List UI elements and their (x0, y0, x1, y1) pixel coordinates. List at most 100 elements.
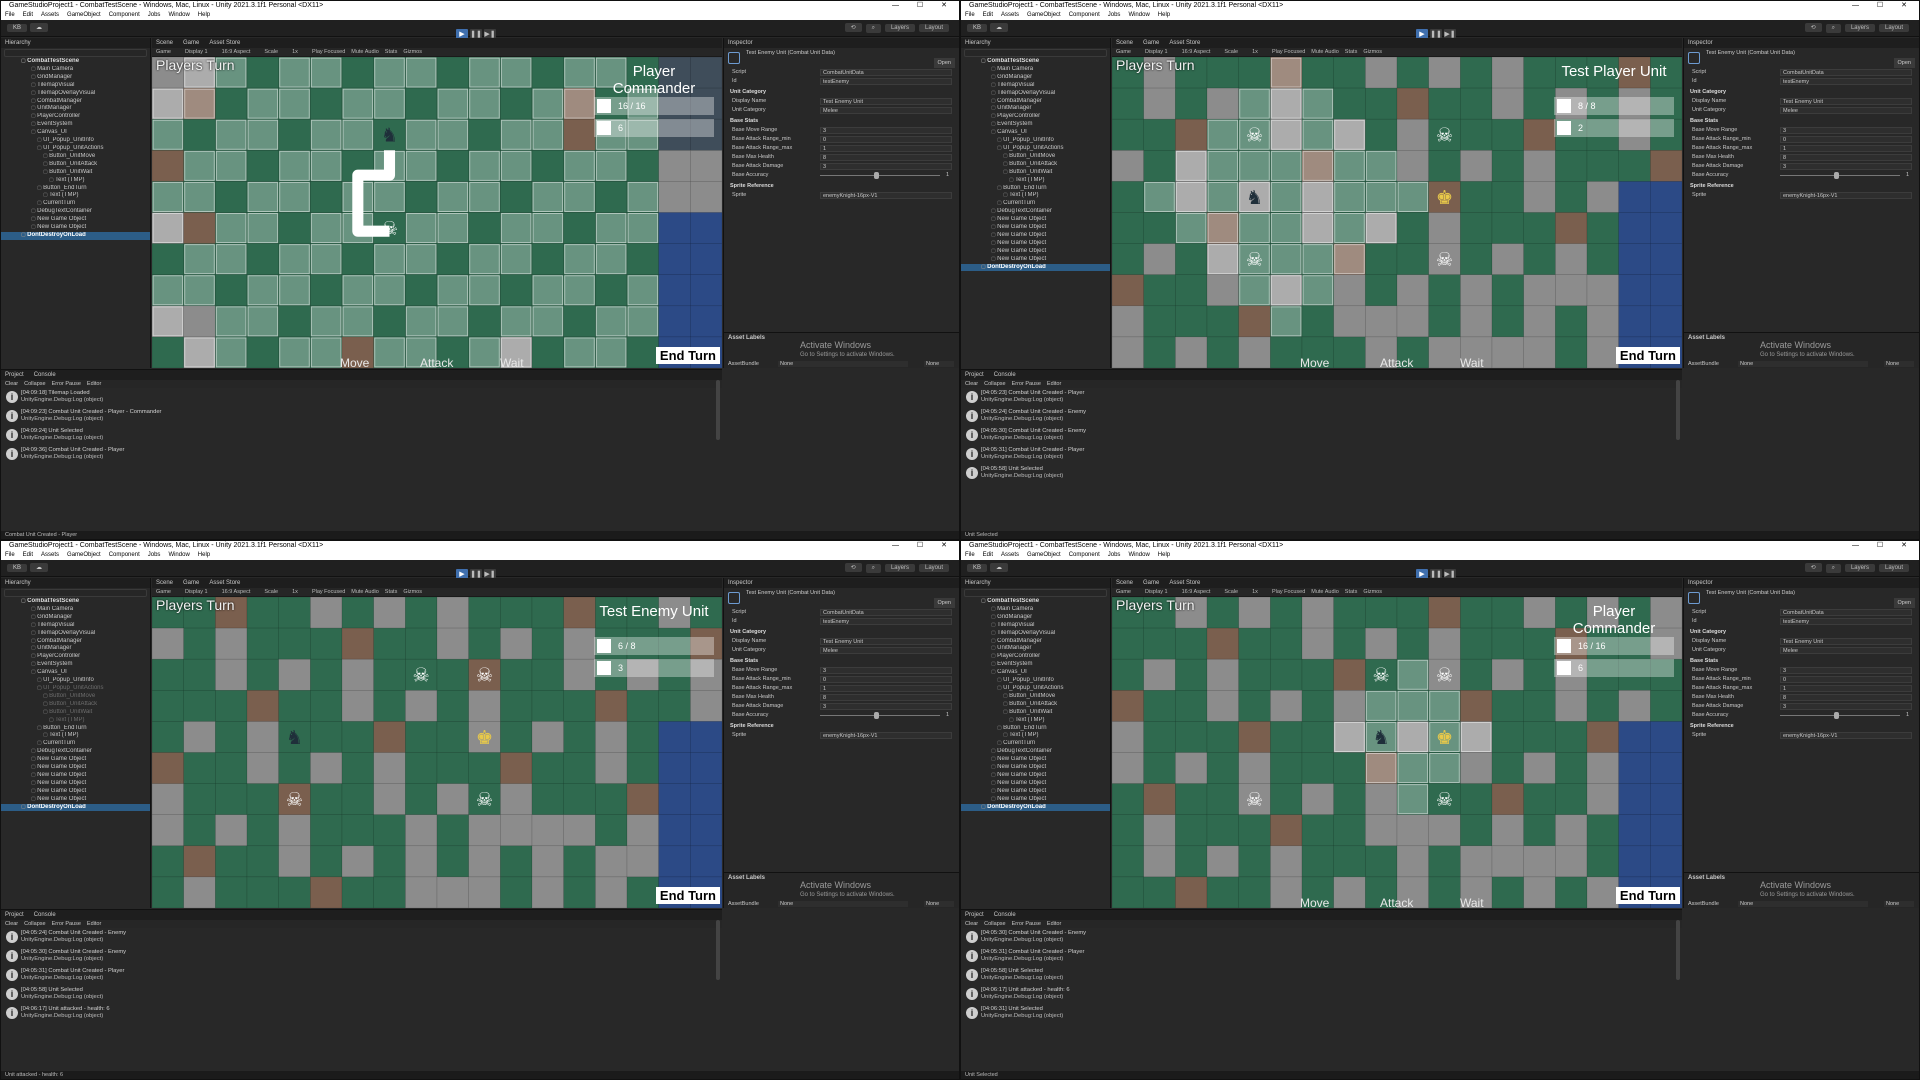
end-turn-button[interactable]: End Turn (1615, 347, 1680, 364)
map-tile[interactable] (1523, 88, 1556, 120)
move-highlight-tile[interactable] (595, 150, 627, 181)
map-tile[interactable] (1112, 814, 1145, 847)
map-tile[interactable] (1175, 752, 1208, 785)
map-tile[interactable] (1555, 274, 1588, 307)
move-highlight-tile[interactable] (405, 119, 437, 150)
map-tile[interactable] (1523, 274, 1556, 307)
hierarchy-item[interactable]: CurrentTurn (1, 740, 150, 748)
map-tile[interactable] (310, 181, 343, 213)
map-tile[interactable] (1175, 305, 1208, 338)
map-tile[interactable] (437, 721, 470, 753)
move-highlight-tile[interactable] (1302, 119, 1334, 150)
hierarchy-item[interactable]: Button_UnitMove (961, 693, 1110, 701)
game-scale-value[interactable]: 1x (292, 49, 298, 55)
move-highlight-tile[interactable] (532, 119, 564, 150)
hierarchy-item[interactable]: EventSystem (1, 661, 150, 669)
move-highlight-tile[interactable] (152, 306, 184, 337)
map-tile[interactable] (310, 876, 343, 908)
stat-field[interactable]: 1 (820, 685, 952, 692)
map-tile[interactable] (1492, 243, 1525, 276)
move-highlight-tile[interactable] (1175, 181, 1207, 213)
game-scale-value[interactable]: 1x (1252, 589, 1258, 595)
move-highlight-tile[interactable] (215, 213, 247, 244)
menu-edit[interactable]: Edit (983, 12, 993, 18)
hierarchy-item[interactable]: EventSystem (1, 121, 150, 129)
move-highlight-tile[interactable] (500, 119, 532, 150)
hierarchy-item[interactable]: GridManager (961, 614, 1110, 622)
move-highlight-tile[interactable] (310, 150, 342, 181)
hierarchy-item[interactable]: New Game Object (961, 232, 1110, 240)
map-tile[interactable] (1397, 597, 1430, 629)
map-tile[interactable] (1397, 814, 1430, 847)
stat-field[interactable]: 3 (1780, 127, 1912, 134)
map-tile[interactable] (1270, 876, 1303, 908)
map-tile[interactable] (1365, 783, 1398, 816)
slider-knob[interactable] (874, 172, 879, 179)
map-tile[interactable] (1207, 783, 1240, 816)
map-tile[interactable] (658, 690, 691, 722)
move-highlight-tile[interactable] (1365, 753, 1397, 784)
move-highlight-tile[interactable] (152, 181, 184, 213)
map-tile[interactable] (1492, 212, 1525, 245)
map-tile[interactable] (563, 659, 596, 691)
map-tile[interactable] (690, 305, 722, 338)
map-tile[interactable] (1270, 628, 1303, 660)
menu-jobs[interactable]: Jobs (148, 552, 161, 558)
move-highlight-tile[interactable] (342, 306, 374, 337)
map-tile[interactable] (1587, 212, 1620, 245)
game-aspect[interactable]: 16:9 Aspect (1182, 49, 1211, 55)
hierarchy-item[interactable]: CurrentTurn (961, 740, 1110, 748)
hierarchy-item[interactable]: Button_UnitAttack (1, 161, 150, 169)
move-highlight-tile[interactable] (247, 213, 279, 244)
menu-jobs[interactable]: Jobs (148, 12, 161, 18)
hierarchy-item[interactable]: CombatManager (961, 98, 1110, 106)
map-tile[interactable] (373, 752, 406, 785)
unit-category-field[interactable]: Melee (820, 647, 952, 654)
menu-component[interactable]: Component (1069, 12, 1100, 18)
map-tile[interactable] (1492, 274, 1525, 307)
game-play-focused[interactable]: Play Focused (1272, 49, 1305, 55)
stat-field[interactable]: 8 (1780, 694, 1912, 701)
map-tile[interactable] (1587, 336, 1620, 368)
game-viewport[interactable]: ☠ ♞ ☠ ☠ ♚ ☠ Players Turn Test Player Unit 8 / 8 2… (1112, 57, 1682, 368)
game-aspect[interactable]: 16:9 Aspect (222, 49, 251, 55)
map-tile[interactable] (627, 876, 660, 908)
hierarchy-item[interactable]: CurrentTurn (1, 200, 150, 208)
menu-assets[interactable]: Assets (41, 552, 59, 558)
menu-help[interactable]: Help (1158, 12, 1170, 18)
map-tile[interactable] (468, 876, 501, 908)
map-tile[interactable] (405, 88, 438, 120)
move-highlight-tile[interactable] (500, 57, 532, 88)
enemy-knight-icon[interactable]: ☠ (1436, 788, 1453, 811)
map-tile[interactable] (1207, 876, 1240, 908)
map-tile[interactable] (1523, 597, 1556, 629)
map-tile[interactable] (152, 243, 185, 276)
map-tile[interactable] (1238, 721, 1271, 753)
menu-gameobject[interactable]: GameObject (1027, 12, 1061, 18)
hierarchy-item[interactable]: Button_UnitWait (1, 169, 150, 177)
map-tile[interactable] (1587, 845, 1620, 878)
map-tile[interactable] (658, 752, 691, 785)
map-tile[interactable] (563, 721, 596, 753)
move-highlight-tile[interactable] (1175, 150, 1207, 181)
map-tile[interactable] (1460, 752, 1493, 785)
map-tile[interactable] (690, 845, 722, 878)
game-mute[interactable]: Mute Audio (351, 49, 379, 55)
move-highlight-tile[interactable] (1334, 181, 1365, 213)
map-tile[interactable] (1143, 274, 1176, 307)
hierarchy-item[interactable]: PlayerController (1, 653, 150, 661)
map-tile[interactable] (405, 628, 438, 660)
game-display[interactable]: Display 1 (1145, 589, 1168, 595)
map-tile[interactable] (658, 181, 691, 213)
move-highlight-tile[interactable] (1334, 119, 1365, 150)
map-tile[interactable] (247, 690, 280, 722)
map-tile[interactable] (1302, 597, 1335, 629)
hierarchy-item[interactable]: UnitManager (961, 645, 1110, 653)
console-error-pause-button[interactable]: Error Pause (52, 921, 81, 927)
console-collapse-button[interactable]: Collapse (24, 381, 45, 387)
map-tile[interactable] (1460, 181, 1493, 213)
map-tile[interactable] (1365, 243, 1398, 276)
game-scale-value[interactable]: 1x (292, 589, 298, 595)
map-tile[interactable] (1428, 274, 1461, 307)
move-highlight-tile[interactable] (1239, 275, 1270, 306)
